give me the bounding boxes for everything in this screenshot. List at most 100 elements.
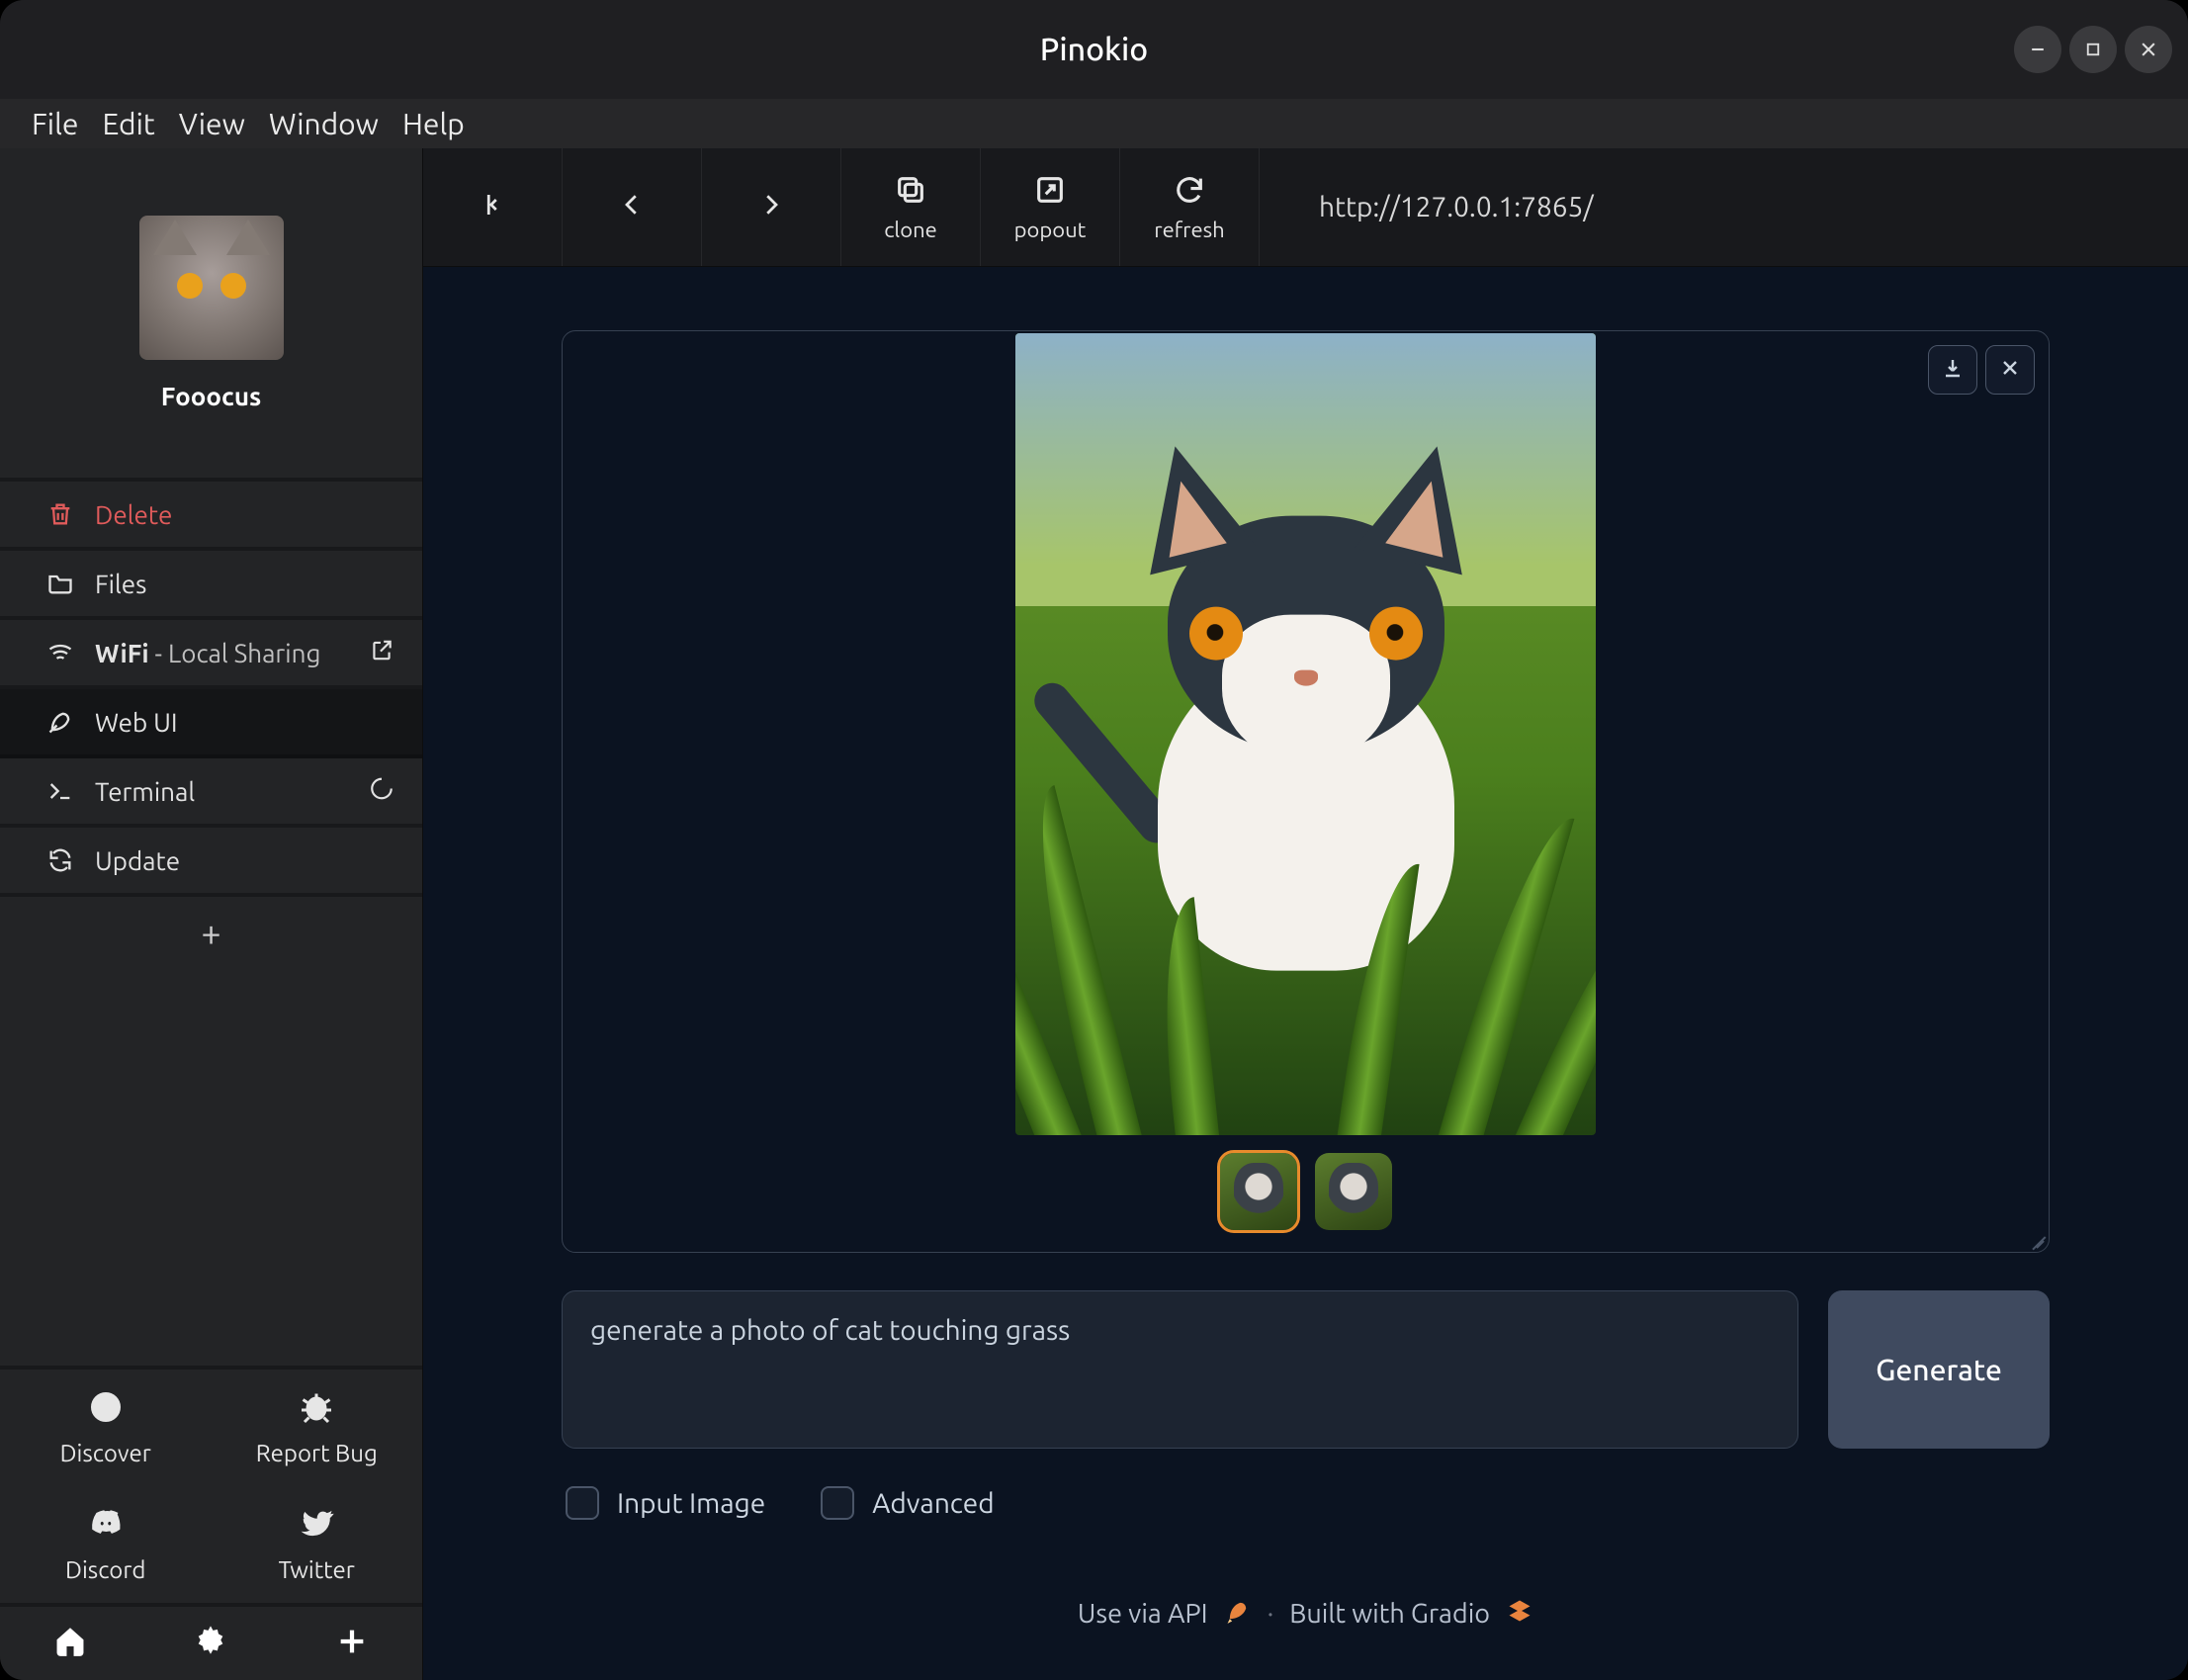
menu-edit[interactable]: Edit — [103, 107, 155, 140]
close-image-button[interactable] — [1985, 345, 2035, 395]
menu-view[interactable]: View — [179, 107, 245, 140]
gradio-footer: Use via API · Built with Gradio — [562, 1557, 2050, 1631]
external-link-icon — [369, 638, 394, 668]
thumbnail-1[interactable] — [1220, 1153, 1297, 1230]
terminal-icon — [45, 776, 75, 806]
globe-icon — [88, 1389, 124, 1430]
chevron-left-icon — [617, 190, 647, 224]
menu-help[interactable]: Help — [402, 107, 465, 140]
twitter-button[interactable]: Twitter — [212, 1486, 423, 1603]
settings-button[interactable] — [140, 1607, 281, 1680]
window-maximize-button[interactable] — [2069, 26, 2117, 73]
sidebar-item-delete[interactable]: Delete — [0, 482, 422, 551]
sidebar-item-wifi[interactable]: WiFi - Local Sharing — [0, 620, 422, 689]
gradio-viewer: Generate Input Image Advanced Use via AP… — [423, 267, 2188, 1680]
plus-icon: + — [201, 912, 220, 952]
url-display[interactable]: http://127.0.0.1:7865/ — [1260, 148, 2188, 266]
menu-file[interactable]: File — [32, 107, 79, 140]
menu-window[interactable]: Window — [269, 107, 379, 140]
built-with-gradio-link[interactable]: Built with Gradio — [1289, 1599, 1490, 1629]
grid-label: Twitter — [279, 1556, 355, 1583]
window-close-button[interactable] — [2125, 26, 2172, 73]
titlebar: Pinokio — [0, 0, 2188, 99]
use-via-api-link[interactable]: Use via API — [1078, 1599, 1208, 1629]
topbar-label: refresh — [1154, 218, 1224, 242]
download-image-button[interactable] — [1928, 345, 1977, 395]
thumbnail-2[interactable] — [1315, 1153, 1392, 1230]
nav-back-button[interactable] — [563, 148, 702, 266]
clone-button[interactable]: clone — [841, 148, 981, 266]
sidebar-item-label: Delete — [95, 500, 172, 529]
folder-icon — [45, 569, 75, 598]
topbar-label: popout — [1014, 218, 1087, 242]
generate-button[interactable]: Generate — [1828, 1290, 2050, 1449]
app-name: Fooocus — [161, 382, 262, 410]
checkbox-icon — [821, 1486, 854, 1520]
popout-icon — [1033, 173, 1067, 212]
sidebar-item-terminal[interactable]: Terminal — [0, 758, 422, 828]
sidebar: Fooocus Delete Files — [0, 148, 423, 1680]
nav-forward-button[interactable] — [702, 148, 841, 266]
sidebar-grid: Discover Report Bug Discord — [0, 1366, 422, 1603]
discord-button[interactable]: Discord — [0, 1486, 212, 1603]
home-button[interactable] — [0, 1607, 140, 1680]
input-image-checkbox[interactable]: Input Image — [566, 1486, 765, 1520]
sidebar-item-suffix: - Local Sharing — [149, 639, 321, 667]
popout-button[interactable]: popout — [981, 148, 1120, 266]
sidebar-item-label: Update — [95, 846, 180, 875]
rocket-icon — [1224, 1597, 1252, 1631]
topbar-label: clone — [884, 218, 937, 242]
bug-icon — [299, 1389, 334, 1430]
separator-dot: · — [1268, 1599, 1274, 1629]
window-minimize-button[interactable] — [2014, 26, 2061, 73]
generated-image[interactable] — [1015, 333, 1596, 1135]
checkbox-icon — [566, 1486, 599, 1520]
twitter-icon — [299, 1506, 334, 1547]
sidebar-item-update[interactable]: Update — [0, 828, 422, 897]
rocket-icon — [45, 707, 75, 737]
plus-icon — [335, 1625, 369, 1662]
report-bug-button[interactable]: Report Bug — [212, 1370, 423, 1486]
sidebar-item-files[interactable]: Files — [0, 551, 422, 620]
grid-label: Report Bug — [256, 1440, 378, 1466]
discord-icon — [88, 1506, 124, 1547]
checkbox-label: Input Image — [617, 1488, 765, 1519]
collapse-icon — [478, 190, 507, 224]
spinner-icon — [369, 776, 394, 807]
grid-label: Discord — [65, 1556, 145, 1583]
close-icon — [1998, 356, 2022, 384]
image-thumbnails — [1220, 1153, 1392, 1230]
window-title: Pinokio — [1040, 32, 1148, 67]
chevron-right-icon — [756, 190, 786, 224]
home-icon — [53, 1625, 87, 1662]
gear-icon — [194, 1625, 227, 1662]
sidebar-add-button[interactable]: + — [0, 897, 422, 966]
sidebar-list: Delete Files WiFi - Local Sharing — [0, 482, 422, 966]
trash-icon — [45, 499, 75, 529]
prompt-input[interactable] — [562, 1290, 1798, 1449]
gradio-icon — [1506, 1597, 1533, 1631]
window-controls — [2014, 26, 2172, 73]
add-button[interactable] — [282, 1607, 422, 1680]
copy-icon — [894, 173, 927, 212]
app-avatar — [139, 216, 284, 360]
refresh-button[interactable]: refresh — [1120, 148, 1260, 266]
download-icon — [1941, 356, 1965, 384]
collapse-sidebar-button[interactable] — [423, 148, 563, 266]
discover-button[interactable]: Discover — [0, 1370, 212, 1486]
refresh-icon — [45, 845, 75, 875]
content-area: clone popout refresh http://127.0.0.1:78… — [423, 148, 2188, 1680]
sidebar-item-label: Files — [95, 570, 146, 598]
sidebar-item-label: Web UI — [95, 708, 178, 737]
sidebar-item-webui[interactable]: Web UI — [0, 689, 422, 758]
checkbox-label: Advanced — [872, 1488, 994, 1519]
advanced-checkbox[interactable]: Advanced — [821, 1486, 994, 1520]
content-topbar: clone popout refresh http://127.0.0.1:78… — [423, 148, 2188, 267]
sidebar-item-label: Terminal — [95, 777, 195, 806]
sidebar-bottom-bar — [0, 1603, 422, 1680]
resize-handle[interactable] — [2023, 1226, 2043, 1246]
menu-bar: File Edit View Window Help — [0, 99, 2188, 148]
app-header: Fooocus — [0, 148, 422, 482]
grid-label: Discover — [60, 1440, 151, 1466]
sidebar-item-label: WiFi — [95, 639, 149, 667]
